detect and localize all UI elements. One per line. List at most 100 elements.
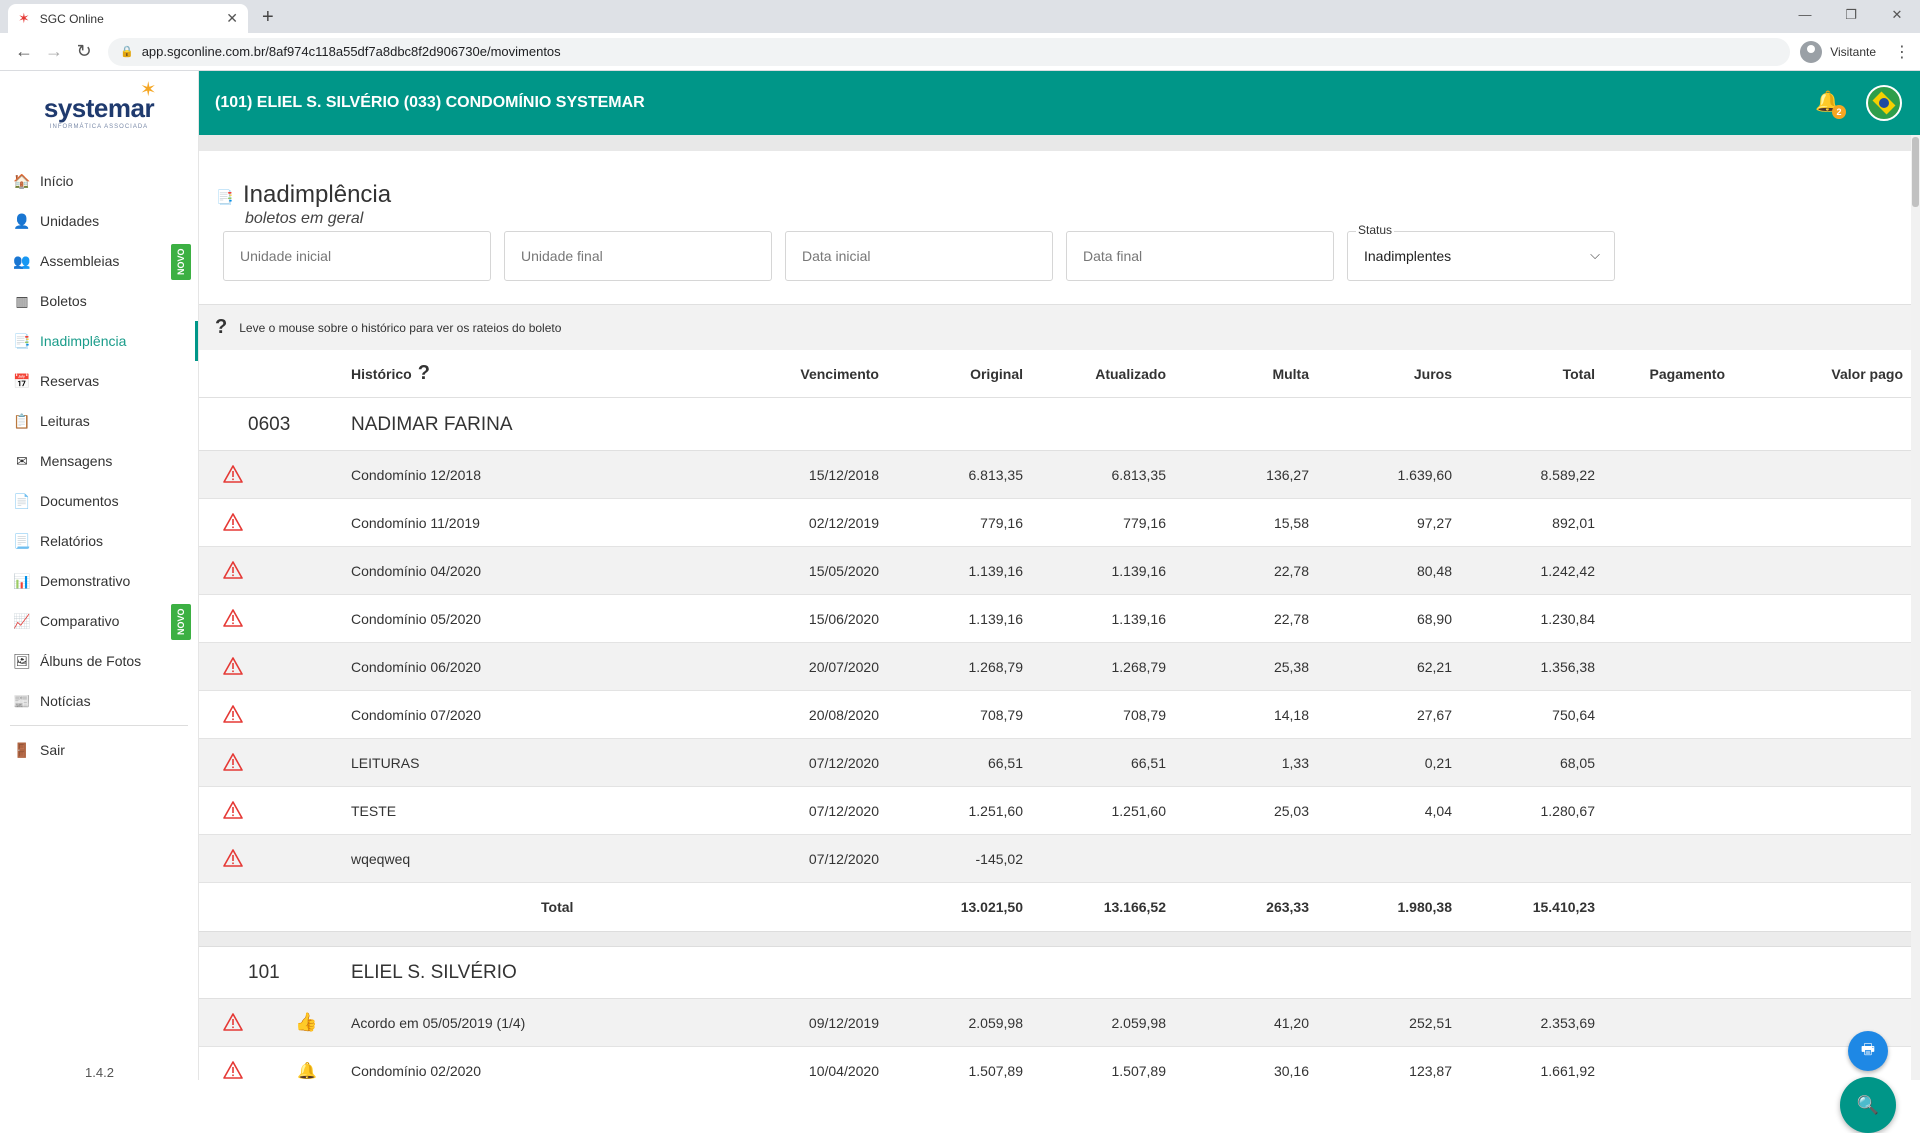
col-multa: Multa <box>1272 365 1309 382</box>
sidebar-item-reservas[interactable]: 📅 Reservas <box>0 361 198 401</box>
sidebar-item-albuns[interactable]: 🖼 Álbuns de Fotos <box>0 641 198 681</box>
cell-original: 1.139,16 <box>968 562 1024 579</box>
cell-juros: 68,90 <box>1416 610 1452 627</box>
table-row[interactable]: wqeqweq 07/12/2020 -145,02 <box>199 835 1911 883</box>
scrollbar-thumb[interactable] <box>1912 137 1919 207</box>
warning-icon <box>223 849 243 867</box>
table-row[interactable]: TESTE 07/12/2020 1.251,60 1.251,60 25,03 4,04… <box>199 787 1911 835</box>
cell-atualizado: 1.251,60 <box>1111 802 1167 819</box>
group-divider <box>199 931 1911 947</box>
profile-button[interactable]: Visitante <box>1800 40 1876 63</box>
overdue-icon: 📑 <box>13 332 31 349</box>
cell-multa: 15,58 <box>1273 514 1309 531</box>
table-row[interactable]: Condomínio 05/2020 15/06/2020 1.139,16 1.13… <box>199 595 1911 643</box>
total-row: Total 13.021,50 13.166,52 263,33 1.980,38 15.… <box>199 883 1911 931</box>
bell-icon: 🔔 <box>297 1063 317 1080</box>
table-row[interactable]: 👍 Acordo em 05/05/2019 (1/4) 09/12/2019 2.0… <box>199 999 1911 1047</box>
cell-multa: 136,27 <box>1266 466 1309 483</box>
back-icon[interactable]: ← <box>10 41 38 62</box>
sidebar-item-sair[interactable]: 🚪 Sair <box>0 730 198 770</box>
cell-historico[interactable]: LEITURAS <box>351 739 419 786</box>
cell-historico[interactable]: Condomínio 11/2019 <box>351 499 480 546</box>
table-row[interactable]: Condomínio 04/2020 15/05/2020 1.139,16 1.13… <box>199 547 1911 595</box>
cell-juros: 0,21 <box>1424 754 1452 771</box>
cell-historico[interactable]: TESTE <box>351 787 396 834</box>
table-row[interactable]: Condomínio 12/2018 15/12/2018 6.813,35 6.81… <box>199 451 1911 499</box>
cell-historico[interactable]: Condomínio 06/2020 <box>351 643 481 690</box>
sidebar-item-inicio[interactable]: 🏠 Início <box>0 161 198 201</box>
cell-multa: 41,20 <box>1273 1014 1309 1031</box>
sidebar-item-noticias[interactable]: 📰 Notícias <box>0 681 198 721</box>
url-text: app.sgconline.com.br/8af974c118a55df7a8d… <box>141 44 561 59</box>
unidade-inicial-input[interactable]: Unidade inicial <box>223 231 491 281</box>
table-row[interactable]: Condomínio 07/2020 20/08/2020 708,79 708,79… <box>199 691 1911 739</box>
cell-total: 1.230,84 <box>1540 610 1596 627</box>
cell-historico[interactable]: Condomínio 04/2020 <box>351 547 481 594</box>
table-row[interactable]: LEITURAS 07/12/2020 66,51 66,51 1,33 0,21 68,0… <box>199 739 1911 787</box>
search-button[interactable]: 🔍 <box>1840 1077 1896 1133</box>
sidebar-item-leituras[interactable]: 📋 Leituras <box>0 401 198 441</box>
scrollbar[interactable] <box>1911 135 1920 1080</box>
page-title: Inadimplência <box>243 181 392 208</box>
cell-total <box>1452 835 1595 882</box>
meter-icon: 📋 <box>13 412 31 429</box>
cell-total: 1.356,38 <box>1540 658 1596 675</box>
forward-icon[interactable]: → <box>40 41 68 62</box>
cell-atualizado: 6.813,35 <box>1111 466 1167 483</box>
print-button[interactable]: 🖶 <box>1848 1031 1888 1071</box>
browser-tab[interactable]: ✶ SGC Online ✕ <box>8 4 248 33</box>
novo-badge: NOVO <box>171 244 191 280</box>
systemar-logo[interactable]: systemar ✶ INFORMÁTICA ASSOCIADA <box>0 71 198 151</box>
cell-vencimento: 07/12/2020 <box>808 754 879 771</box>
main-content: 📑 Inadimplência boletos em geral Unidade… <box>199 135 1911 1080</box>
table-row[interactable]: Condomínio 11/2019 02/12/2019 779,16 779,16… <box>199 499 1911 547</box>
sidebar-item-assembleias[interactable]: 👥 Assembleias NOVO <box>0 241 198 281</box>
new-tab-icon[interactable]: + <box>262 6 274 29</box>
cell-juros <box>1309 835 1452 882</box>
cell-vencimento: 07/12/2020 <box>808 850 879 867</box>
table-row[interactable]: Condomínio 06/2020 20/07/2020 1.268,79 1.26… <box>199 643 1911 691</box>
cell-historico[interactable]: Acordo em 05/05/2019 (1/4) <box>351 999 525 1046</box>
unidade-final-input[interactable]: Unidade final <box>504 231 772 281</box>
cell-total: 1.661,92 <box>1540 1062 1596 1079</box>
close-window-icon[interactable]: ✕ <box>1874 0 1920 33</box>
brazil-flag-icon[interactable] <box>1866 85 1902 121</box>
sidebar-item-documentos[interactable]: 📄 Documentos <box>0 481 198 521</box>
data-final-input[interactable]: Data final <box>1066 231 1334 281</box>
cell-atualizado: 1.268,79 <box>1111 658 1167 675</box>
sidebar-item-boletos[interactable]: ▥ Boletos <box>0 281 198 321</box>
logo-star-icon: ✶ <box>139 78 157 101</box>
table-row[interactable]: 🔔 Condomínio 02/2020 10/04/2020 1.507,89 1.5… <box>199 1047 1911 1080</box>
logo-subtitle: INFORMÁTICA ASSOCIADA <box>49 123 149 130</box>
tab-close-icon[interactable]: ✕ <box>226 10 238 27</box>
warning-icon <box>223 1013 243 1031</box>
cell-historico[interactable]: Condomínio 02/2020 <box>351 1047 481 1080</box>
overdue-page-icon: 📑 <box>216 189 234 205</box>
cell-historico[interactable]: wqeqweq <box>351 835 410 882</box>
reload-icon[interactable]: ↻ <box>70 41 98 62</box>
sidebar-item-unidades[interactable]: 👤 Unidades <box>0 201 198 241</box>
address-bar[interactable]: 🔒 app.sgconline.com.br/8af974c118a55df7a… <box>108 37 1791 66</box>
minimize-icon[interactable]: — <box>1782 0 1828 33</box>
cell-vencimento: 10/04/2020 <box>808 1062 879 1079</box>
cell-historico[interactable]: Condomínio 07/2020 <box>351 691 481 738</box>
cell-total: 1.280,67 <box>1540 802 1596 819</box>
restore-icon[interactable]: ❐ <box>1828 0 1874 33</box>
cell-historico[interactable]: Condomínio 12/2018 <box>351 451 481 498</box>
warning-icon <box>223 513 243 531</box>
sidebar-item-inadimplencia[interactable]: 📑 Inadimplência <box>0 321 198 361</box>
cell-atualizado <box>1023 835 1166 882</box>
calendar-icon: 📅 <box>13 372 31 389</box>
sidebar-item-comparativo[interactable]: 📈 Comparativo NOVO <box>0 601 198 641</box>
hint-bar: ? Leve o mouse sobre o histórico para ve… <box>199 304 1911 350</box>
browser-menu-icon[interactable]: ⋮ <box>1894 42 1910 62</box>
total-atualizado: 13.166,52 <box>1103 899 1166 915</box>
sidebar-item-relatorios[interactable]: 📃 Relatórios <box>0 521 198 561</box>
sidebar-item-mensagens[interactable]: ✉ Mensagens <box>0 441 198 481</box>
status-select[interactable]: Status Inadimplentes ⌵ <box>1347 223 1615 281</box>
sidebar-menu: 🏠 Início 👤 Unidades 👥 Assembleias NOVO ▥ Bole… <box>0 161 198 770</box>
sidebar-item-demonstrativo[interactable]: 📊 Demonstrativo <box>0 561 198 601</box>
data-inicial-input[interactable]: Data inicial <box>785 231 1053 281</box>
app-favicon-icon: ✶ <box>18 10 30 26</box>
cell-historico[interactable]: Condomínio 05/2020 <box>351 595 481 642</box>
